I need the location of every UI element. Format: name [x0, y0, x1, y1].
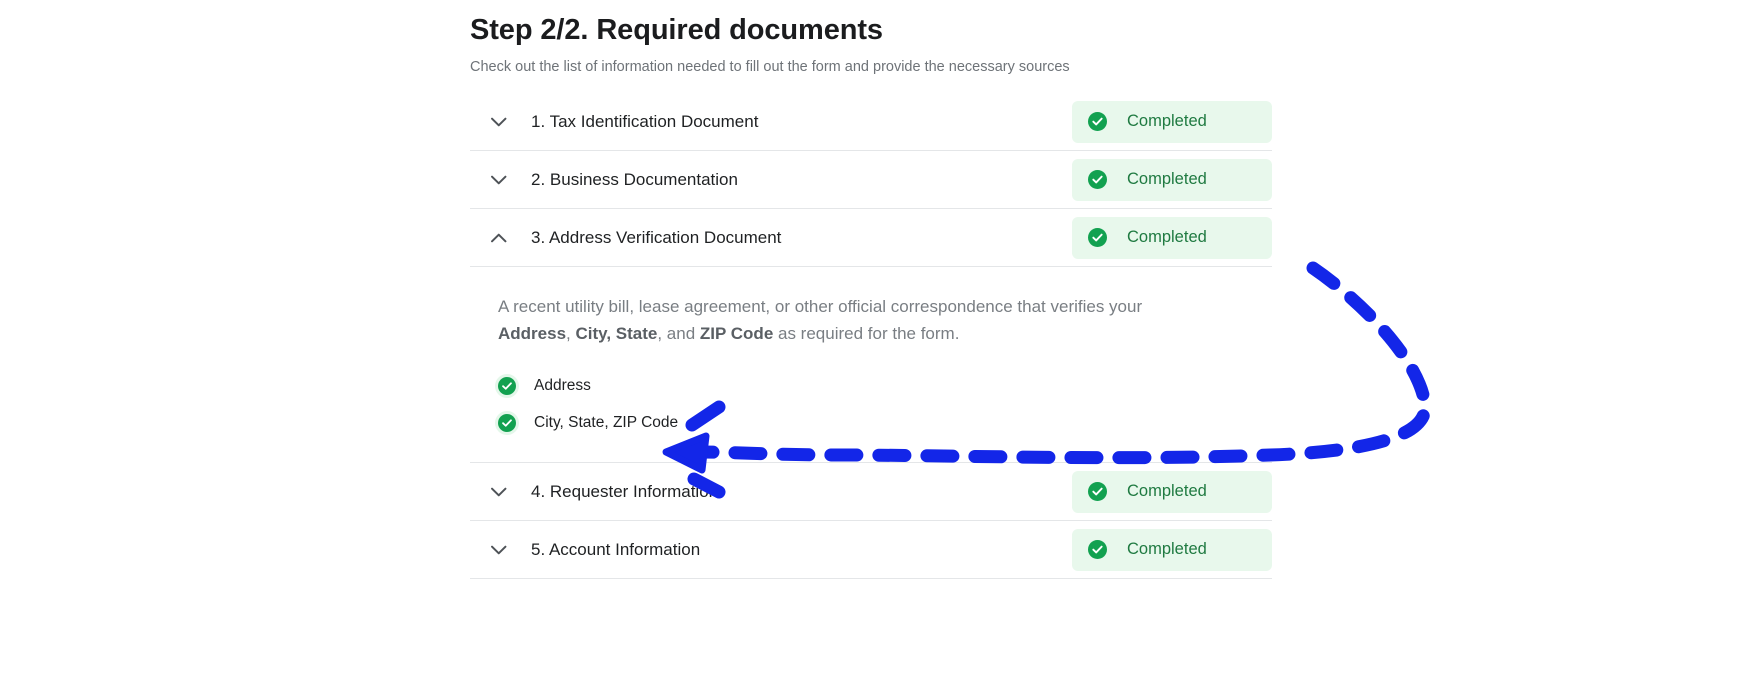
- chevron-down-icon[interactable]: [484, 175, 514, 185]
- page-subtitle: Check out the list of information needed…: [470, 58, 1370, 78]
- emphasised-term: ZIP Code: [700, 324, 773, 343]
- page-header: Step 2/2. Required documents Check out t…: [470, 12, 1370, 77]
- accordion-header[interactable]: 1. Tax Identification Document Completed: [470, 93, 1272, 150]
- check-circle-icon: [498, 414, 516, 432]
- status-badge-label: Completed: [1127, 170, 1207, 189]
- accordion-body-description: A recent utility bill, lease agreement, …: [498, 293, 1193, 347]
- accordion-item-label: 5. Account Information: [531, 540, 700, 560]
- chevron-up-icon[interactable]: [484, 233, 514, 243]
- page-root: Step 2/2. Required documents Check out t…: [0, 0, 1760, 678]
- accordion-item-label: 2. Business Documentation: [531, 170, 738, 190]
- checklist-item: Address: [498, 377, 1272, 395]
- description-text: as required for the form.: [773, 324, 959, 343]
- check-circle-icon: [498, 377, 516, 395]
- page-title: Step 2/2. Required documents: [470, 12, 1370, 50]
- accordion-item: 5. Account Information Completed: [470, 520, 1272, 578]
- status-badge-label: Completed: [1127, 228, 1207, 247]
- checklist-item-label: City, State, ZIP Code: [534, 414, 678, 432]
- status-badge: Completed: [1072, 529, 1272, 571]
- status-badge-label: Completed: [1127, 540, 1207, 559]
- chevron-down-icon[interactable]: [484, 545, 514, 555]
- check-circle-icon: [1088, 540, 1107, 559]
- emphasised-term: City, State: [575, 324, 657, 343]
- accordion-separator: [470, 578, 1272, 579]
- required-documents-accordion: 1. Tax Identification DocumentCompleted2…: [470, 93, 1272, 579]
- accordion-header[interactable]: 3. Address Verification Document Complete…: [470, 209, 1272, 266]
- check-circle-icon: [1088, 482, 1107, 501]
- requirements-checklist: Address City, State, ZIP Code: [498, 377, 1272, 432]
- status-badge-label: Completed: [1127, 112, 1207, 131]
- accordion-item-label: 1. Tax Identification Document: [531, 112, 758, 132]
- status-badge-label: Completed: [1127, 482, 1207, 501]
- emphasised-term: Address: [498, 324, 566, 343]
- accordion-item: 3. Address Verification Document Complete…: [470, 208, 1272, 462]
- accordion-header[interactable]: 5. Account Information Completed: [470, 521, 1272, 578]
- check-circle-icon: [1088, 228, 1107, 247]
- check-circle-icon: [1088, 170, 1107, 189]
- accordion-header[interactable]: 2. Business Documentation Completed: [470, 151, 1272, 208]
- status-badge: Completed: [1072, 159, 1272, 201]
- status-badge: Completed: [1072, 217, 1272, 259]
- accordion-header[interactable]: 4. Requester Information Completed: [470, 463, 1272, 520]
- status-badge: Completed: [1072, 471, 1272, 513]
- description-text: , and: [657, 324, 700, 343]
- accordion-body: A recent utility bill, lease agreement, …: [470, 267, 1272, 462]
- accordion-item: 1. Tax Identification Document Completed: [470, 93, 1272, 150]
- status-badge: Completed: [1072, 101, 1272, 143]
- description-text: A recent utility bill, lease agreement, …: [498, 297, 1142, 316]
- chevron-down-icon[interactable]: [484, 117, 514, 127]
- accordion-item-label: 4. Requester Information: [531, 482, 718, 502]
- accordion-item-label: 3. Address Verification Document: [531, 228, 781, 248]
- chevron-down-icon[interactable]: [484, 487, 514, 497]
- accordion-item: 2. Business Documentation Completed: [470, 150, 1272, 208]
- checklist-item-label: Address: [534, 377, 591, 395]
- accordion-item: 4. Requester Information Completed: [470, 462, 1272, 520]
- check-circle-icon: [1088, 112, 1107, 131]
- checklist-item: City, State, ZIP Code: [498, 414, 1272, 432]
